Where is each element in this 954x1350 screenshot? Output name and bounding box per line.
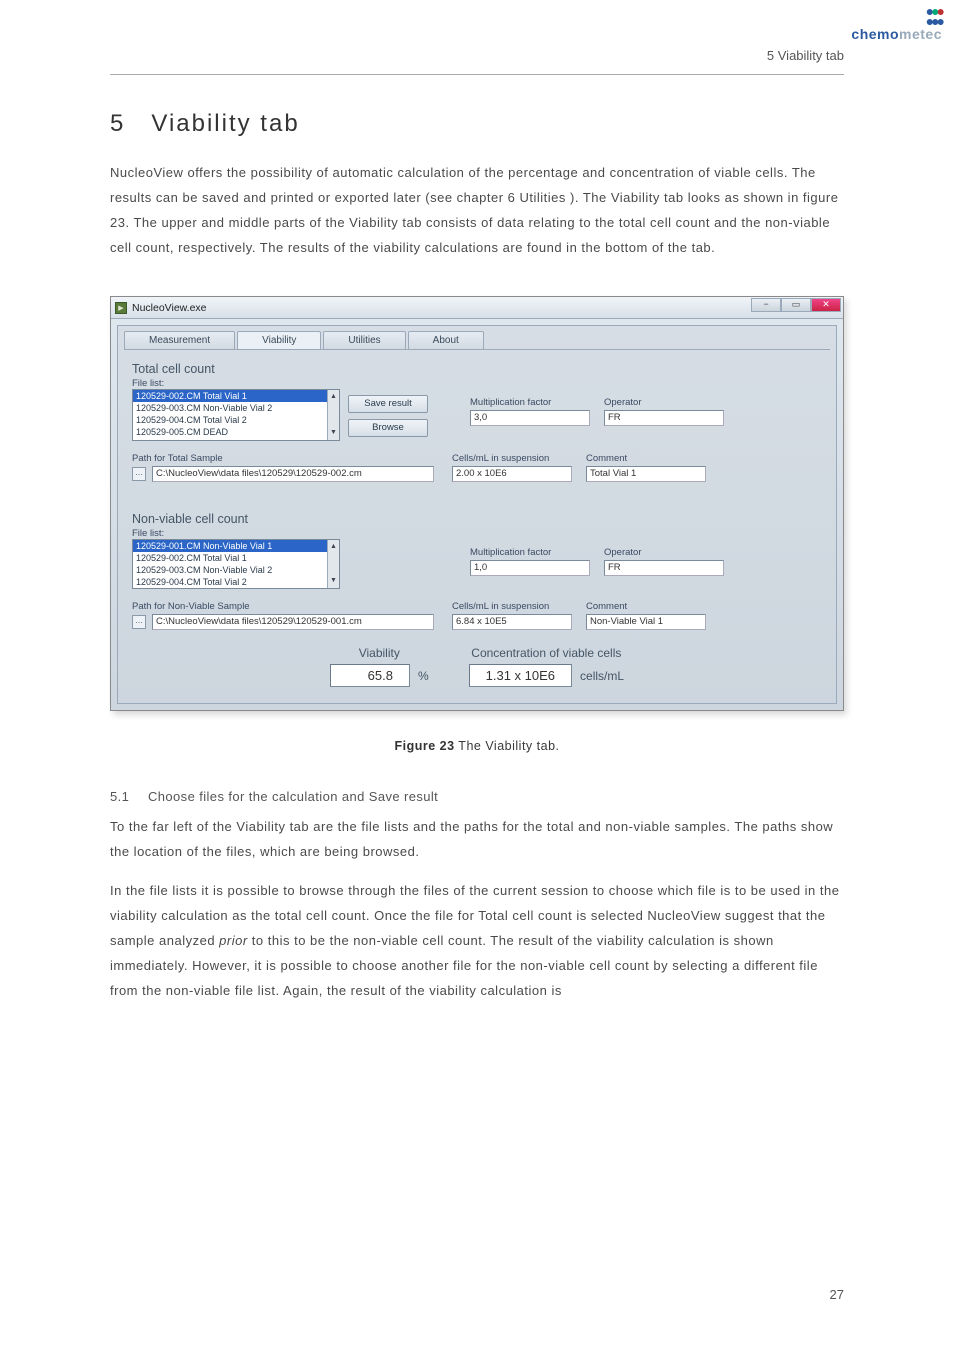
scroll-up-icon[interactable]: ▲: [330, 541, 337, 553]
tab-measurement[interactable]: Measurement: [124, 331, 235, 349]
total-filelist[interactable]: 120529-002.CM Total Vial 1 120529-003.CM…: [132, 389, 340, 441]
tab-utilities[interactable]: Utilities: [323, 331, 405, 349]
window-title: NucleoView.exe: [132, 302, 207, 314]
mult-label: Multiplication factor: [470, 397, 590, 408]
save-result-button[interactable]: Save result: [348, 395, 428, 413]
concentration-value: 1.31 x 10E6: [469, 664, 572, 687]
heading-number: 5: [110, 110, 125, 137]
cells-label: Cells/mL in suspension: [452, 453, 572, 464]
total-title: Total cell count: [132, 362, 826, 376]
total-path-label: Path for Total Sample: [132, 453, 434, 464]
list-item[interactable]: 120529-006.CM: [133, 438, 339, 441]
nonviable-mult-field[interactable]: 1,0: [470, 560, 590, 576]
total-comment-field[interactable]: Total Vial 1: [586, 466, 706, 482]
list-item[interactable]: 120529-003.CM Non-Viable Vial 2: [133, 402, 339, 414]
nonviable-path-field[interactable]: C:\NucleoView\data files\120529\120529-0…: [152, 614, 434, 630]
scrollbar[interactable]: ▲▼: [327, 390, 339, 440]
section-heading: 5 Viability tab: [110, 110, 844, 138]
app-icon: [115, 302, 127, 314]
maximize-button[interactable]: ▭: [781, 298, 811, 312]
list-item[interactable]: 120529-004.CM Total Vial 2: [133, 414, 339, 426]
nonviable-cells-field: 6.84 x 10E5: [452, 614, 572, 630]
comment-label: Comment: [586, 453, 706, 464]
mult-label: Multiplication factor: [470, 547, 590, 558]
list-item[interactable]: 120529-002.CM Total Vial 1: [133, 552, 339, 564]
list-item[interactable]: 120529-003.CM Non-Viable Vial 2: [133, 564, 339, 576]
heading-text: Viability tab: [151, 110, 299, 137]
scroll-up-icon[interactable]: ▲: [330, 391, 337, 403]
tab-about[interactable]: About: [408, 331, 484, 349]
operator-label: Operator: [604, 547, 724, 558]
scroll-down-icon[interactable]: ▼: [330, 575, 337, 587]
total-section: Total cell count File list: 120529-002.C…: [118, 350, 836, 482]
path-browse-icon[interactable]: ⋯: [132, 467, 146, 481]
window-titlebar[interactable]: NucleoView.exe − ▭ ✕: [111, 297, 843, 319]
body-paragraph: In the file lists it is possible to brow…: [110, 878, 844, 1003]
list-item[interactable]: 120529-005.CM DEAD: [133, 426, 339, 438]
total-cells-field: 2.00 x 10E6: [452, 466, 572, 482]
nucleoview-window: NucleoView.exe − ▭ ✕ Measurement Viabili…: [110, 296, 844, 711]
browse-button[interactable]: Browse: [348, 419, 428, 437]
nonviable-path-label: Path for Non-Viable Sample: [132, 601, 434, 612]
total-mult-field[interactable]: 3,0: [470, 410, 590, 426]
nonviable-filelist-label: File list:: [132, 528, 826, 539]
nonviable-comment-field[interactable]: Non-Viable Vial 1: [586, 614, 706, 630]
list-item[interactable]: 120529-001.CM Non-Viable Vial 1: [133, 540, 339, 552]
viability-value: 65.8: [330, 664, 410, 687]
viability-label: Viability: [330, 646, 429, 660]
viability-unit: %: [418, 669, 429, 683]
close-button[interactable]: ✕: [811, 298, 841, 312]
total-filelist-label: File list:: [132, 378, 826, 389]
operator-label: Operator: [604, 397, 724, 408]
subsection-heading: 5.1Choose files for the calculation and …: [110, 789, 844, 804]
page-number: 27: [830, 1287, 844, 1302]
total-operator-field[interactable]: FR: [604, 410, 724, 426]
figure-caption: Figure 23 The Viability tab.: [110, 739, 844, 753]
header-rule: [110, 74, 844, 75]
nonviable-operator-field[interactable]: FR: [604, 560, 724, 576]
cells-label: Cells/mL in suspension: [452, 601, 572, 612]
concentration-label: Concentration of viable cells: [469, 646, 624, 660]
minimize-button[interactable]: −: [751, 298, 781, 312]
body-paragraph: To the far left of the Viability tab are…: [110, 814, 844, 864]
intro-paragraph: NucleoView offers the possibility of aut…: [110, 160, 844, 260]
list-item[interactable]: 120529-002.CM Total Vial 1: [133, 390, 339, 402]
list-item[interactable]: 120529-004.CM Total Vial 2: [133, 576, 339, 588]
scroll-down-icon[interactable]: ▼: [330, 427, 337, 439]
scrollbar[interactable]: ▲▼: [327, 540, 339, 588]
brand-logo: ●●●●●● chemometec: [851, 6, 942, 42]
comment-label: Comment: [586, 601, 706, 612]
nonviable-filelist[interactable]: 120529-001.CM Non-Viable Vial 1 120529-0…: [132, 539, 340, 589]
nonviable-section: Non-viable cell count File list: 120529-…: [118, 500, 836, 630]
figure-23: NucleoView.exe − ▭ ✕ Measurement Viabili…: [110, 296, 844, 711]
nonviable-title: Non-viable cell count: [132, 512, 826, 526]
results-row: Viability 65.8 % Concentration of viable…: [132, 646, 822, 687]
running-header: 5 Viability tab: [767, 48, 844, 63]
path-browse-icon[interactable]: ⋯: [132, 615, 146, 629]
concentration-unit: cells/mL: [580, 669, 624, 683]
tab-viability[interactable]: Viability: [237, 331, 321, 349]
total-path-field[interactable]: C:\NucleoView\data files\120529\120529-0…: [152, 466, 434, 482]
